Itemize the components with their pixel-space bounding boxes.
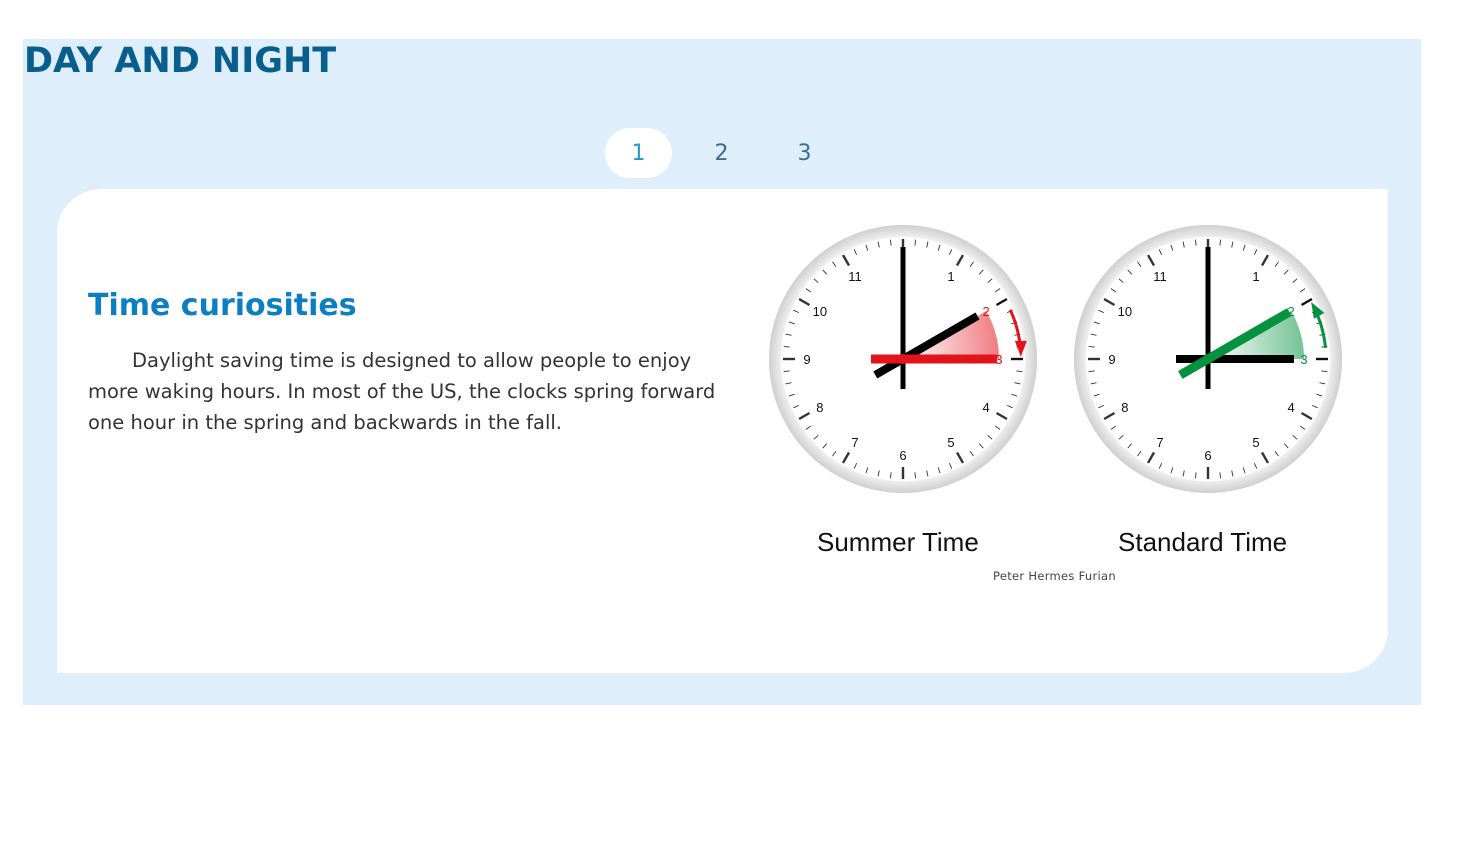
clock-center [898,354,908,364]
page-title: DAY AND NIGHT [24,41,337,81]
clock-number: 9 [803,352,810,367]
clock-number: 6 [899,448,906,463]
clock-tick [1088,370,1095,372]
clock-number: 8 [1121,400,1128,415]
clock-number: 6 [1204,448,1211,463]
main-panel: DAY AND NIGHT 1 2 3 Time curiosities Day… [23,39,1421,705]
clocks-illustration: 1234567891011 1234567891011 [769,225,1342,493]
clock-tick [914,239,916,246]
clock-tick [1195,472,1197,479]
clock-tick [1219,472,1221,479]
clock-tick [890,239,892,246]
clock-center [1203,354,1213,364]
clock-number: 5 [947,435,954,450]
summer-clock: 1234567891011 [769,225,1037,493]
clock-number: 11 [1153,269,1167,284]
clock-number: 10 [1118,304,1132,319]
clock-number: 7 [1156,435,1163,450]
clock-tick [890,472,892,479]
clock-number: 1 [1252,269,1259,284]
clock-number: 10 [813,304,827,319]
pagination: 1 2 3 [605,128,854,178]
clock-tick [783,370,790,372]
clock-number: 1 [947,269,954,284]
summer-time-caption: Summer Time [817,527,979,557]
clock-tick [783,346,790,348]
card-body-text: Daylight saving time is designed to allo… [88,349,716,434]
clocks-figure: 1234567891011 1234567891011 Summer Time … [757,219,1357,589]
clock-number: 9 [1108,352,1115,367]
standard-clock: 1234567891011 [1074,225,1342,493]
clock-number: 4 [1288,400,1295,415]
page-tab-3[interactable]: 3 [771,128,838,178]
card-heading: Time curiosities [88,288,357,323]
clock-tick [1195,239,1197,246]
clock-number: 8 [816,400,823,415]
clock-number: 5 [1252,435,1259,450]
content-card: Time curiosities Daylight saving time is… [57,189,1388,673]
image-credit: Peter Hermes Furian [993,569,1116,583]
clock-tick [1321,370,1328,372]
clock-tick [1016,370,1023,372]
clock-number: 11 [848,269,862,284]
clock-number: 7 [851,435,858,450]
clock-tick [1219,239,1221,246]
clock-tick [1088,346,1095,348]
standard-time-caption: Standard Time [1118,527,1288,557]
page-tab-2[interactable]: 2 [688,128,755,178]
clock-tick [914,472,916,479]
page-tab-1[interactable]: 1 [605,128,672,178]
clock-number: 4 [983,400,990,415]
